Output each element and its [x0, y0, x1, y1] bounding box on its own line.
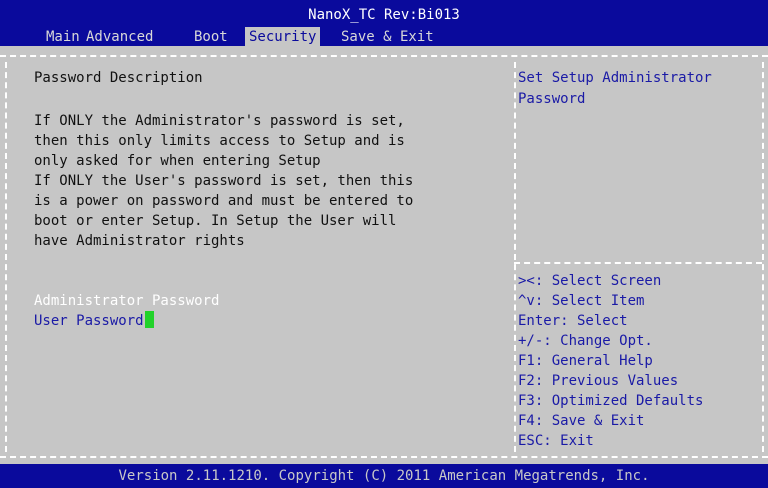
key-help-item: F2: Previous Values	[518, 373, 679, 389]
description-line: If ONLY the Administrator's password is …	[34, 113, 405, 129]
user-password-item[interactable]: User Password	[34, 311, 154, 331]
key-help-item: Enter: Select	[518, 313, 628, 329]
key-help-item: F4: Save & Exit	[518, 413, 645, 429]
description-line: boot or enter Setup. In Setup the User w…	[34, 213, 397, 229]
tab-advanced[interactable]: Advanced	[82, 27, 157, 47]
frame-left-border	[5, 62, 7, 452]
description-line: then this only limits access to Setup an…	[34, 133, 405, 149]
tab-security[interactable]: Security	[245, 27, 321, 47]
help-title-line-2: Password	[518, 91, 586, 107]
frame-right-border	[762, 62, 764, 452]
key-help-item: ^v: Select Item	[518, 293, 645, 309]
key-help-item: F1: General Help	[518, 353, 653, 369]
description-line: only asked for when entering Setup	[34, 153, 321, 169]
key-help-item: ><: Select Screen	[518, 273, 662, 289]
user-password-label: User Password	[34, 313, 144, 329]
description-line: If ONLY the User's password is set, then…	[34, 173, 414, 189]
description-line: have Administrator rights	[34, 233, 245, 249]
title-bar: NanoX_TC Rev:Bi013 Main Advanced Boot Se…	[0, 0, 768, 47]
tab-save-exit[interactable]: Save & Exit	[337, 27, 438, 47]
frame-bottom-border	[0, 456, 768, 458]
key-help-item: ESC: Exit	[518, 433, 594, 449]
password-description: If ONLY the Administrator's password is …	[34, 111, 504, 251]
frame-top-border	[0, 55, 768, 57]
tab-boot[interactable]: Boot	[190, 27, 232, 47]
administrator-password-item[interactable]: Administrator Password	[34, 291, 219, 311]
tab-main[interactable]: Main	[42, 27, 84, 47]
description-line: is a power on password and must be enter…	[34, 193, 414, 209]
help-separator	[514, 262, 762, 264]
help-title-line-1: Set Setup Administrator	[518, 70, 712, 86]
frame-divider	[514, 62, 516, 452]
text-cursor	[144, 311, 154, 328]
key-help-list: ><: Select Screen ^v: Select Item Enter:…	[518, 271, 703, 451]
bios-title: NanoX_TC Rev:Bi013	[308, 7, 460, 23]
key-help-item: F3: Optimized Defaults	[518, 393, 704, 409]
footer-copyright: Version 2.11.1210. Copyright (C) 2011 Am…	[0, 464, 768, 488]
key-help-item: +/-: Change Opt.	[518, 333, 653, 349]
section-title: Password Description	[34, 70, 203, 86]
